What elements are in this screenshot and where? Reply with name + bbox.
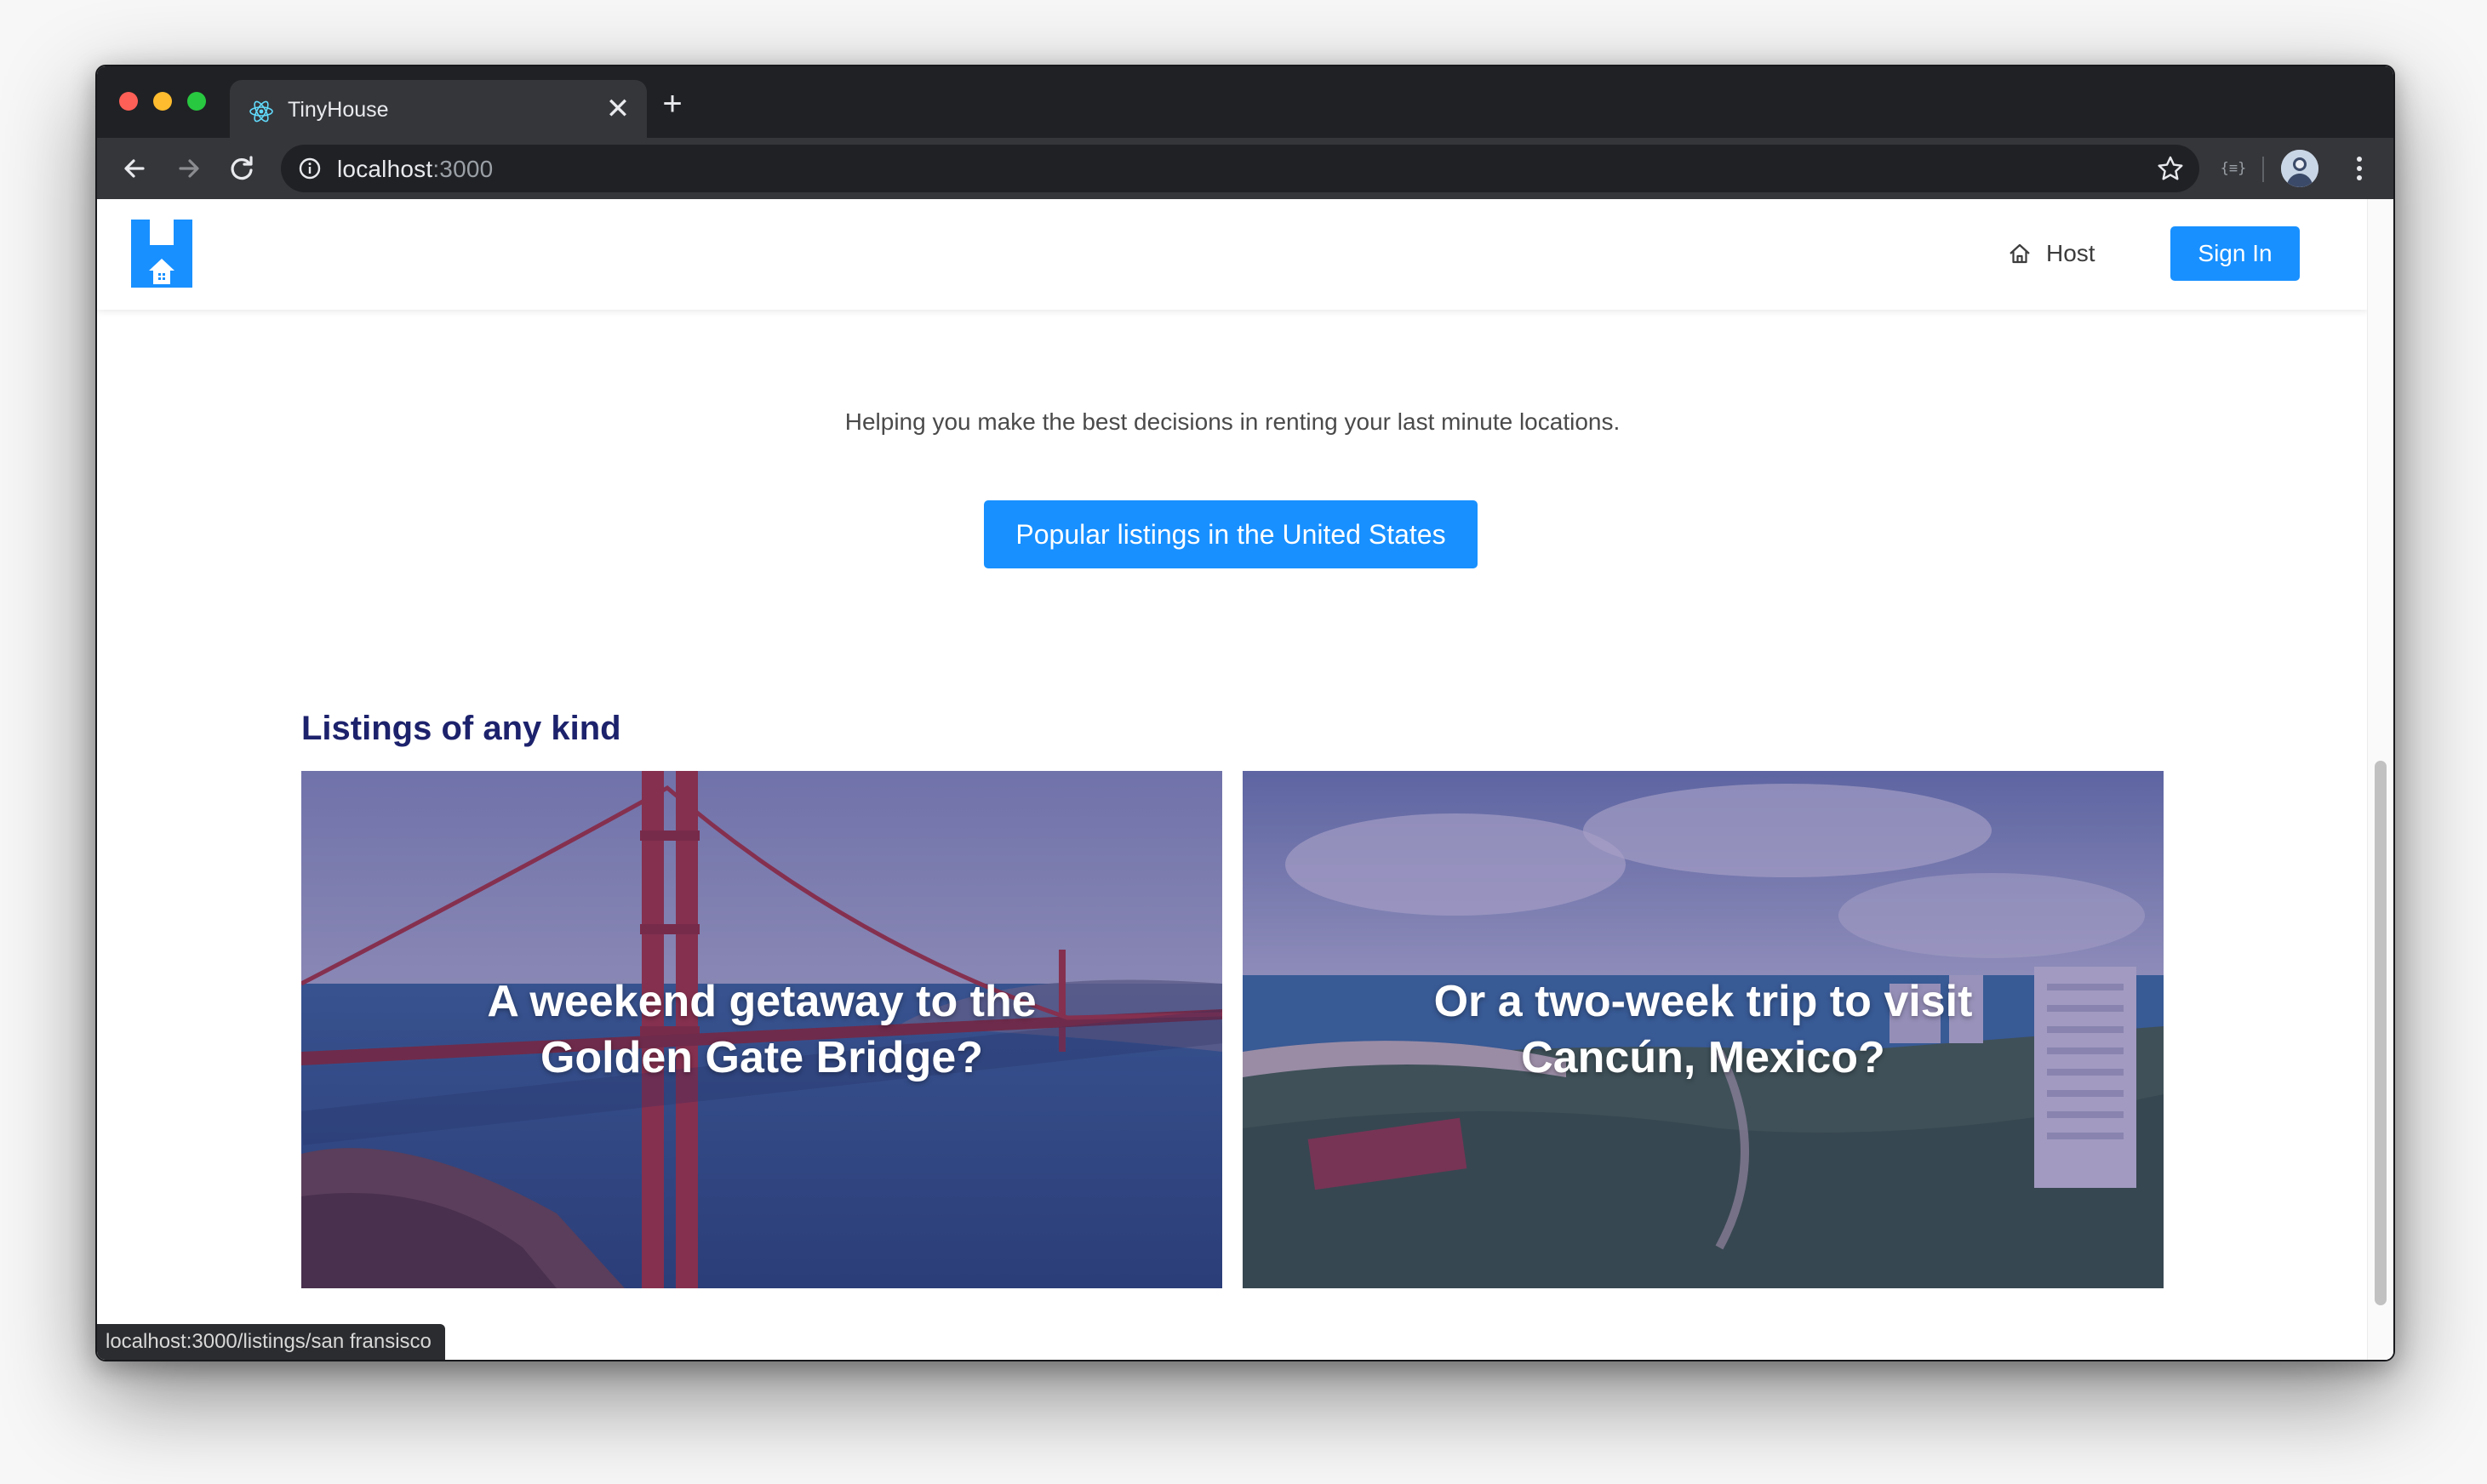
host-label: Host: [2046, 240, 2095, 266]
profile-avatar[interactable]: [2281, 150, 2318, 187]
card-caption: A weekend getaway to the Golden Gate Bri…: [301, 973, 1222, 1086]
card-caption-line: Golden Gate Bridge?: [540, 1033, 984, 1082]
home-icon: [2010, 243, 2030, 264]
maximize-window-button[interactable]: [187, 92, 206, 111]
listings-section-title: Listings of any kind: [301, 710, 621, 747]
scrollbar-thumb[interactable]: [2375, 761, 2387, 1305]
url-host: localhost: [337, 156, 433, 182]
url-port: :3000: [432, 156, 494, 182]
new-tab-button[interactable]: +: [654, 85, 691, 123]
listing-card-golden-gate[interactable]: A weekend getaway to the Golden Gate Bri…: [301, 771, 1222, 1288]
tab-title: TinyHouse: [288, 98, 389, 122]
more-menu-icon[interactable]: [2341, 150, 2378, 187]
forward-arrow-icon[interactable]: [170, 150, 208, 187]
minimize-window-button[interactable]: [153, 92, 172, 111]
reload-icon[interactable]: [223, 150, 260, 187]
hero-subtitle: Helping you make the best decisions in r…: [844, 408, 1621, 435]
close-tab-icon[interactable]: ✕: [603, 94, 633, 124]
browser-window: TinyHouse ✕ + localhost:3000 {≡} Host Si…: [95, 65, 2395, 1361]
status-bar-url: localhost:3000/listings/san fransisco: [97, 1324, 445, 1360]
react-icon: [249, 99, 274, 124]
card-caption-line: Or a two-week trip to visit: [1433, 977, 1973, 1026]
card-caption-line: A weekend getaway to the: [487, 977, 1037, 1026]
toolbar-divider: [2262, 157, 2264, 182]
close-window-button[interactable]: [119, 92, 138, 111]
popular-listings-button[interactable]: Popular listings in the United States: [984, 500, 1478, 568]
card-caption: Or a two-week trip to visit Cancún, Mexi…: [1243, 973, 2164, 1086]
url-text: localhost:3000: [337, 156, 493, 183]
sign-in-button[interactable]: Sign In: [2170, 226, 2300, 281]
host-link[interactable]: Host: [2007, 237, 2095, 271]
back-arrow-icon[interactable]: [116, 150, 153, 187]
listing-card-cancun[interactable]: Or a two-week trip to visit Cancún, Mexi…: [1243, 771, 2164, 1288]
page-viewport: Host Sign In Helping you make the best d…: [97, 199, 2393, 1360]
bookmark-star-icon[interactable]: [2155, 153, 2186, 184]
card-caption-line: Cancún, Mexico?: [1521, 1033, 1885, 1082]
app-header: Host Sign In: [97, 199, 2368, 310]
extension-icon[interactable]: {≡}: [2216, 157, 2250, 180]
browser-tab[interactable]: TinyHouse ✕: [230, 80, 647, 138]
page-scrollbar[interactable]: [2367, 199, 2393, 1360]
tinyhouse-logo-icon[interactable]: [131, 220, 192, 288]
address-bar[interactable]: localhost:3000: [281, 145, 2199, 192]
info-icon[interactable]: [298, 157, 322, 180]
browser-toolbar: localhost:3000 {≡}: [97, 138, 2393, 199]
tab-strip: TinyHouse ✕ +: [97, 66, 2393, 138]
